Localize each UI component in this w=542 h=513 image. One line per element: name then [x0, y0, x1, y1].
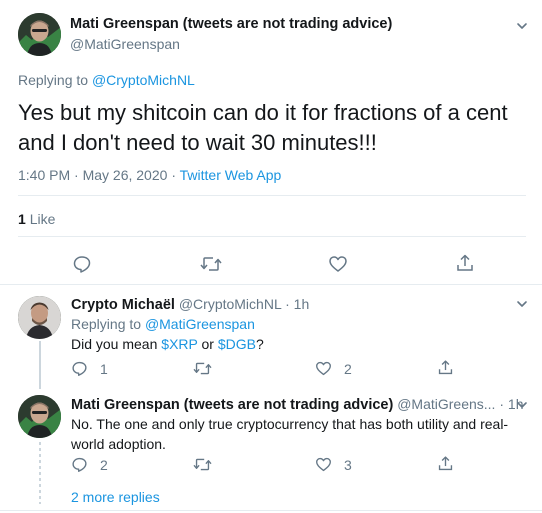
chevron-down-icon[interactable] — [514, 296, 530, 312]
avatar-image — [18, 296, 61, 339]
author-handle[interactable]: @MatiGreenspan — [70, 36, 180, 52]
avatar-image — [18, 395, 61, 438]
author-handle[interactable]: @CryptoMichNL — [179, 296, 281, 312]
divider — [18, 236, 526, 237]
tweet-source[interactable]: Twitter Web App — [180, 167, 282, 183]
reply-icon — [71, 360, 88, 377]
like-icon — [315, 456, 332, 473]
like-icon — [315, 360, 332, 377]
reply-count: 2 — [100, 456, 108, 473]
divider — [0, 284, 542, 285]
tweet-timestamp[interactable]: 1:40 PM · May 26, 2020 — [18, 167, 167, 183]
meta-separator: · — [499, 396, 505, 412]
like-button[interactable]: 3 — [315, 456, 352, 473]
reply-icon[interactable] — [72, 254, 92, 274]
replying-to-link[interactable]: @MatiGreenspan — [145, 316, 255, 332]
retweet-button[interactable] — [193, 360, 224, 377]
reply-text: Did you mean $XRP or $DGB? — [71, 334, 264, 354]
reply-count: 1 — [100, 360, 108, 377]
share-icon — [437, 359, 454, 376]
like-icon[interactable] — [328, 254, 348, 274]
author-name[interactable]: Crypto Michaël — [71, 297, 175, 313]
replying-prefix: Replying to — [71, 316, 142, 332]
reply-button[interactable]: 1 — [71, 360, 108, 377]
like-count: 2 — [344, 360, 352, 377]
share-icon — [437, 455, 454, 472]
retweet-icon — [193, 456, 212, 473]
thread-line — [39, 341, 41, 389]
chevron-down-icon[interactable] — [514, 397, 530, 413]
avatar-image — [18, 13, 61, 56]
replying-to: Replying to @CryptoMichNL — [18, 72, 195, 88]
reply-icon — [71, 456, 88, 473]
author-name[interactable]: Mati Greenspan (tweets are not trading a… — [70, 16, 392, 32]
thread-dots — [39, 442, 41, 504]
tweet-meta: 1:40 PM · May 26, 2020 · Twitter Web App — [18, 167, 281, 183]
divider — [18, 195, 526, 196]
replying-prefix: Replying to — [18, 72, 89, 88]
share-button[interactable] — [437, 359, 454, 376]
replying-to: Replying to @MatiGreenspan — [71, 316, 255, 332]
reply-age[interactable]: 1h — [294, 296, 310, 312]
reply-header: Mati Greenspan (tweets are not trading a… — [71, 396, 523, 413]
retweet-icon[interactable] — [200, 254, 222, 274]
reply-header: Crypto Michaël @CryptoMichNL · 1h — [71, 296, 309, 313]
retweet-icon — [193, 360, 212, 377]
text-segment: or — [197, 336, 218, 352]
retweet-button[interactable] — [193, 456, 224, 473]
avatar[interactable] — [18, 395, 61, 438]
meta-separator: · — [285, 296, 290, 312]
reply-text: No. The one and only true cryptocurrency… — [71, 416, 509, 452]
cashtag-link[interactable]: $XRP — [161, 336, 197, 352]
likes-label: Like — [29, 211, 56, 227]
text-segment: ? — [255, 336, 264, 352]
author-name[interactable]: Mati Greenspan (tweets are not trading a… — [71, 397, 393, 413]
likes-count: 1 — [18, 211, 26, 227]
tweet-text: Yes but my shitcoin can do it for fracti… — [18, 100, 508, 155]
avatar[interactable] — [18, 13, 61, 56]
like-button[interactable]: 2 — [315, 360, 352, 377]
divider — [0, 510, 542, 511]
share-icon[interactable] — [455, 253, 475, 273]
share-button[interactable] — [437, 455, 454, 472]
replying-to-link[interactable]: @CryptoMichNL — [92, 72, 195, 88]
like-count: 3 — [344, 456, 352, 473]
cashtag-link[interactable]: $DGB — [218, 336, 256, 352]
author-handle[interactable]: @MatiGreens... — [397, 396, 495, 412]
likes-stat[interactable]: 1 Like — [18, 211, 55, 227]
avatar[interactable] — [18, 296, 61, 339]
text-segment: Did you mean — [71, 336, 162, 352]
reply-button[interactable]: 2 — [71, 456, 108, 473]
chevron-down-icon[interactable] — [514, 18, 530, 34]
more-replies-link[interactable]: 2 more replies — [71, 489, 160, 505]
meta-separator: · — [171, 167, 176, 183]
